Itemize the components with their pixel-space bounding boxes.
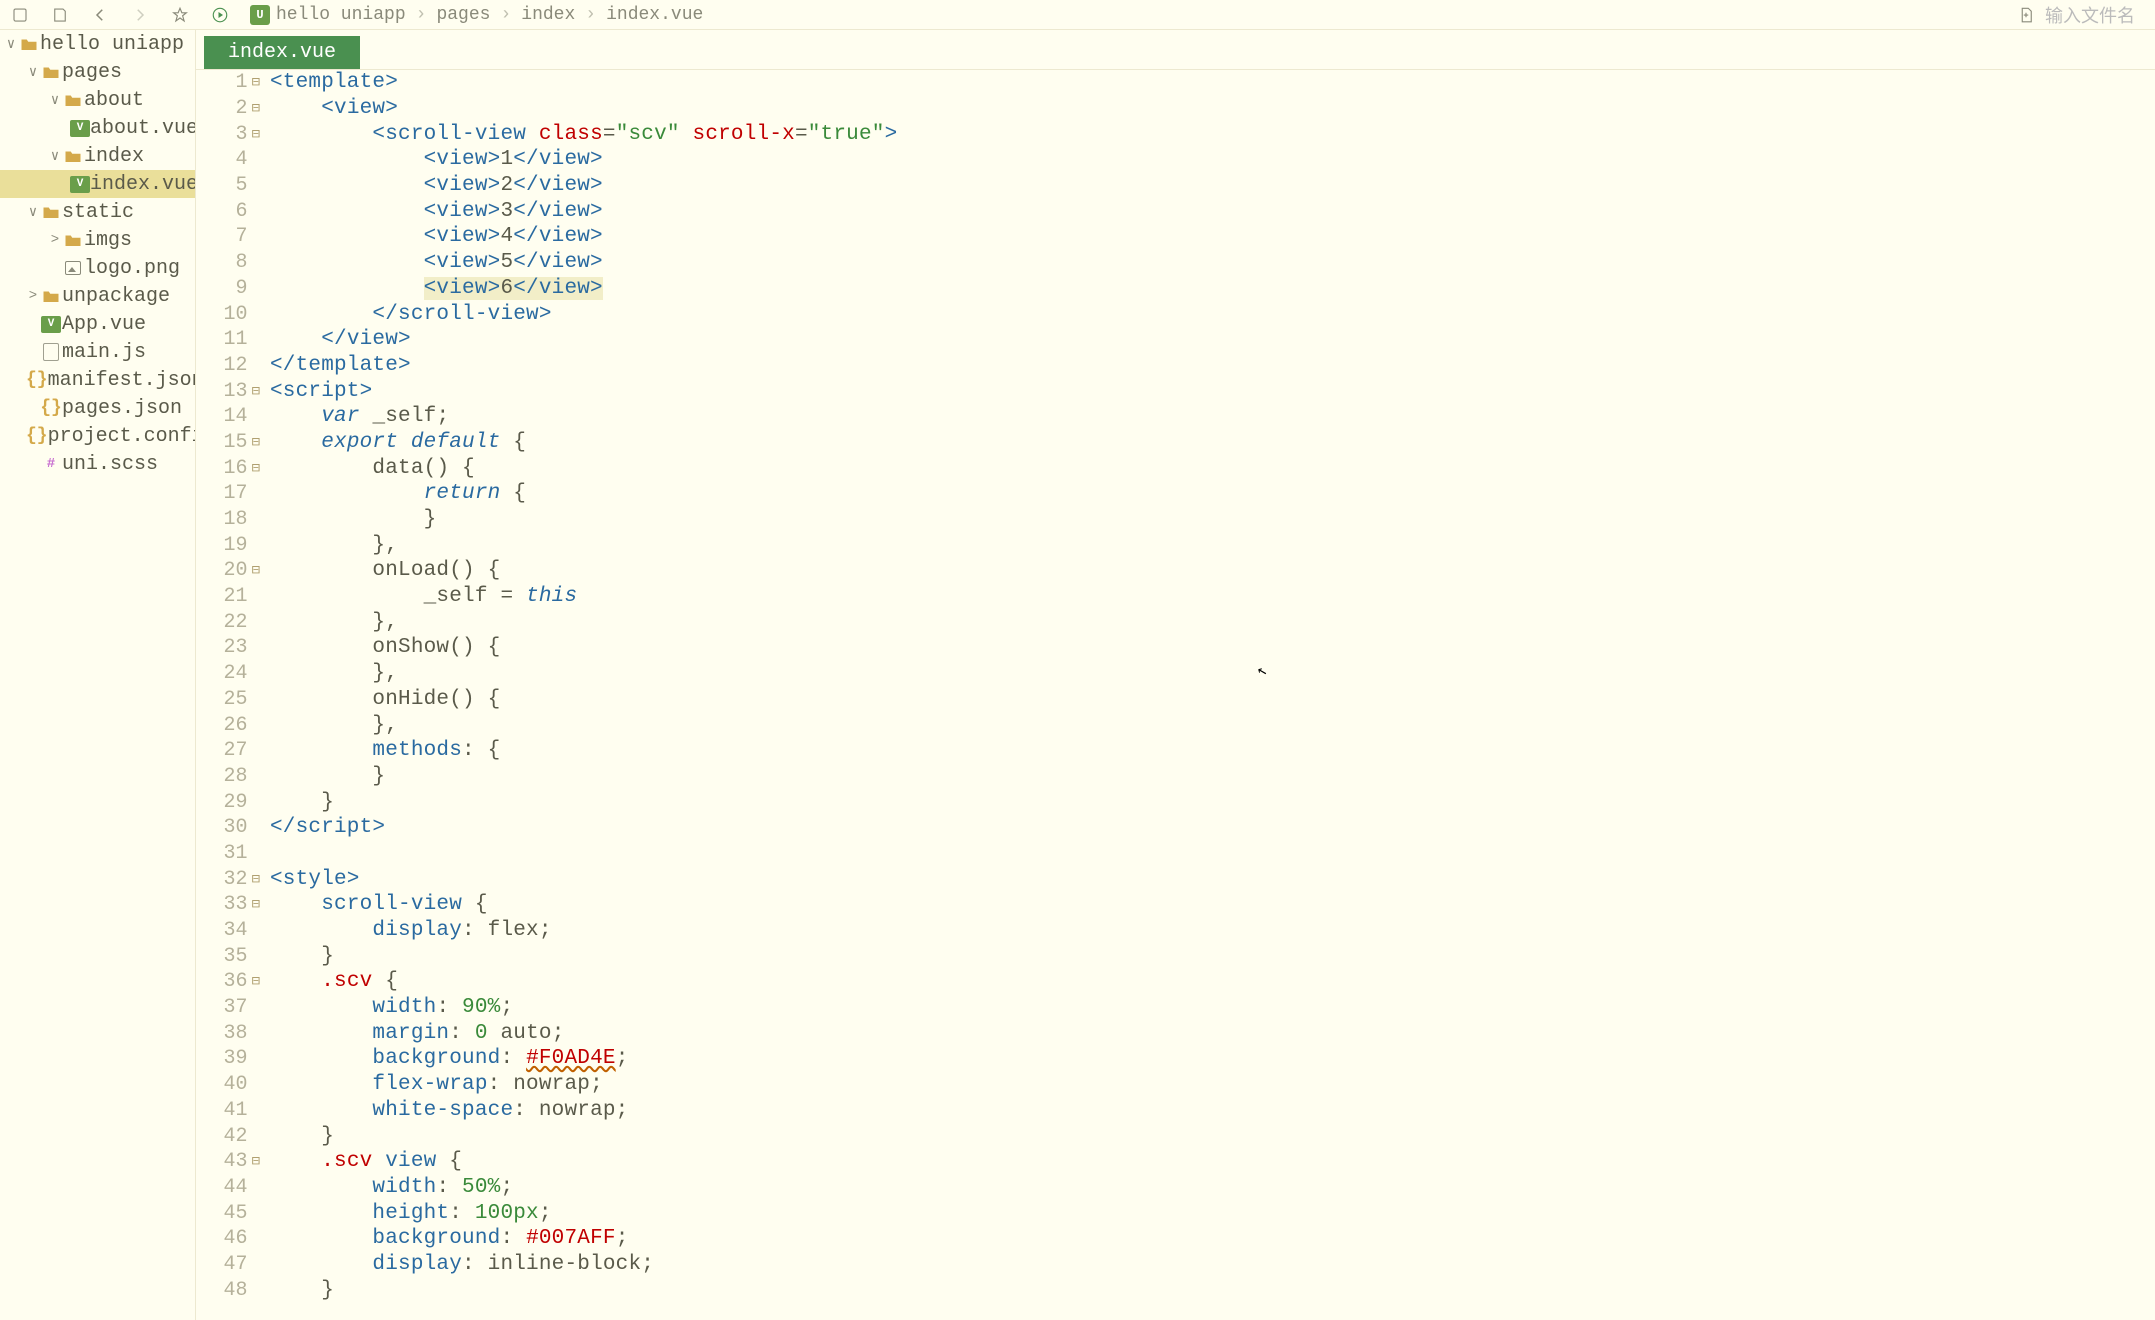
code-line-2[interactable]: 2⊟ <view> [196,96,2155,122]
menu-icon[interactable] [0,0,40,30]
code-line-11[interactable]: 11⊟ </view> [196,327,2155,353]
tree-item-uni-scss[interactable]: #uni.scss [0,450,195,478]
tree-item-about[interactable]: ∨about [0,86,195,114]
toolbar: Uhello uniapp › pages › index › index.vu… [0,0,2155,30]
code-line-34[interactable]: 34⊟ display: flex; [196,918,2155,944]
file-explorer[interactable]: ∨hello uniapp∨pages∨aboutVabout.vue∨inde… [0,30,196,1320]
tree-item-pages[interactable]: ∨pages [0,58,195,86]
code-line-15[interactable]: 15⊟ export default { [196,430,2155,456]
tree-item-index[interactable]: ∨index [0,142,195,170]
code-line-44[interactable]: 44⊟ width: 50%; [196,1175,2155,1201]
tree-item-static[interactable]: ∨static [0,198,195,226]
code-line-8[interactable]: 8⊟ <view>5</view> [196,250,2155,276]
code-line-18[interactable]: 18⊟ } [196,507,2155,533]
breadcrumb-item[interactable]: index [521,5,575,25]
tree-item-pages-json[interactable]: {}pages.json [0,394,195,422]
code-line-38[interactable]: 38⊟ margin: 0 auto; [196,1020,2155,1046]
code-line-25[interactable]: 25⊟ onHide() { [196,687,2155,713]
code-line-28[interactable]: 28⊟ } [196,764,2155,790]
code-line-45[interactable]: 45⊟ height: 100px; [196,1200,2155,1226]
code-line-29[interactable]: 29⊟ } [196,789,2155,815]
code-line-40[interactable]: 40⊟ flex-wrap: nowrap; [196,1072,2155,1098]
breadcrumb-project[interactable]: Uhello uniapp [250,5,406,25]
code-line-20[interactable]: 20⊟ onLoad() { [196,558,2155,584]
tree-item-hello-uniapp[interactable]: ∨hello uniapp [0,30,195,58]
code-line-10[interactable]: 10⊟ </scroll-view> [196,301,2155,327]
code-line-41[interactable]: 41⊟ white-space: nowrap; [196,1098,2155,1124]
code-line-39[interactable]: 39⊟ background: #F0AD4E; [196,1046,2155,1072]
code-line-4[interactable]: 4⊟ <view>1</view> [196,147,2155,173]
tree-item-project-config-[interactable]: {}project.config.... [0,422,195,450]
run-icon[interactable] [200,0,240,30]
code-line-19[interactable]: 19⊟ }, [196,532,2155,558]
new-file-icon[interactable] [2017,6,2035,24]
code-line-47[interactable]: 47⊟ display: inline-block; [196,1252,2155,1278]
breadcrumb-item[interactable]: pages [436,5,490,25]
tab-index-vue[interactable]: index.vue [204,36,360,69]
code-line-6[interactable]: 6⊟ <view>3</view> [196,198,2155,224]
code-line-30[interactable]: 30⊟</script> [196,815,2155,841]
tree-item-manifest-json[interactable]: {}manifest.json [0,366,195,394]
code-line-17[interactable]: 17⊟ return { [196,481,2155,507]
code-line-31[interactable]: 31⊟ [196,841,2155,867]
code-line-21[interactable]: 21⊟ _self = this [196,584,2155,610]
tree-item-App-vue[interactable]: VApp.vue [0,310,195,338]
breadcrumb-file[interactable]: index.vue [606,5,703,25]
code-line-36[interactable]: 36⊟ .scv { [196,969,2155,995]
code-line-12[interactable]: 12⊟</template> [196,353,2155,379]
tree-item-index-vue[interactable]: Vindex.vue [0,170,195,198]
code-line-22[interactable]: 22⊟ }, [196,609,2155,635]
code-line-42[interactable]: 42⊟ } [196,1123,2155,1149]
code-line-13[interactable]: 13⊟<script> [196,378,2155,404]
code-line-1[interactable]: 1⊟<template> [196,70,2155,96]
save-icon[interactable] [40,0,80,30]
code-line-26[interactable]: 26⊟ }, [196,712,2155,738]
search-input[interactable]: 输入文件名 [2045,2,2135,28]
nav-back-icon[interactable] [80,0,120,30]
code-editor[interactable]: 1⊟<template>2⊟ <view>3⊟ <scroll-view cla… [196,70,2155,1320]
code-line-14[interactable]: 14⊟ var _self; [196,404,2155,430]
code-line-37[interactable]: 37⊟ width: 90%; [196,995,2155,1021]
code-line-23[interactable]: 23⊟ onShow() { [196,635,2155,661]
tree-item-main-js[interactable]: main.js [0,338,195,366]
code-line-32[interactable]: 32⊟<style> [196,866,2155,892]
code-line-3[interactable]: 3⊟ <scroll-view class="scv" scroll-x="tr… [196,121,2155,147]
star-icon[interactable] [160,0,200,30]
code-line-35[interactable]: 35⊟ } [196,943,2155,969]
tree-item-imgs[interactable]: >imgs [0,226,195,254]
code-line-48[interactable]: 48⊟ } [196,1277,2155,1303]
code-line-16[interactable]: 16⊟ data() { [196,455,2155,481]
code-line-7[interactable]: 7⊟ <view>4</view> [196,224,2155,250]
code-line-43[interactable]: 43⊟ .scv view { [196,1149,2155,1175]
code-line-46[interactable]: 46⊟ background: #007AFF; [196,1226,2155,1252]
code-line-24[interactable]: 24⊟ }, [196,661,2155,687]
tree-item-logo-png[interactable]: logo.png [0,254,195,282]
code-line-27[interactable]: 27⊟ methods: { [196,738,2155,764]
nav-forward-icon[interactable] [120,0,160,30]
code-line-5[interactable]: 5⊟ <view>2</view> [196,173,2155,199]
tree-item-unpackage[interactable]: >unpackage [0,282,195,310]
tree-item-about-vue[interactable]: Vabout.vue [0,114,195,142]
code-line-9[interactable]: 9⊟ <view>6</view> [196,276,2155,302]
tab-bar: index.vue [196,30,2155,70]
code-line-33[interactable]: 33⊟ scroll-view { [196,892,2155,918]
breadcrumb: Uhello uniapp › pages › index › index.vu… [250,5,703,25]
